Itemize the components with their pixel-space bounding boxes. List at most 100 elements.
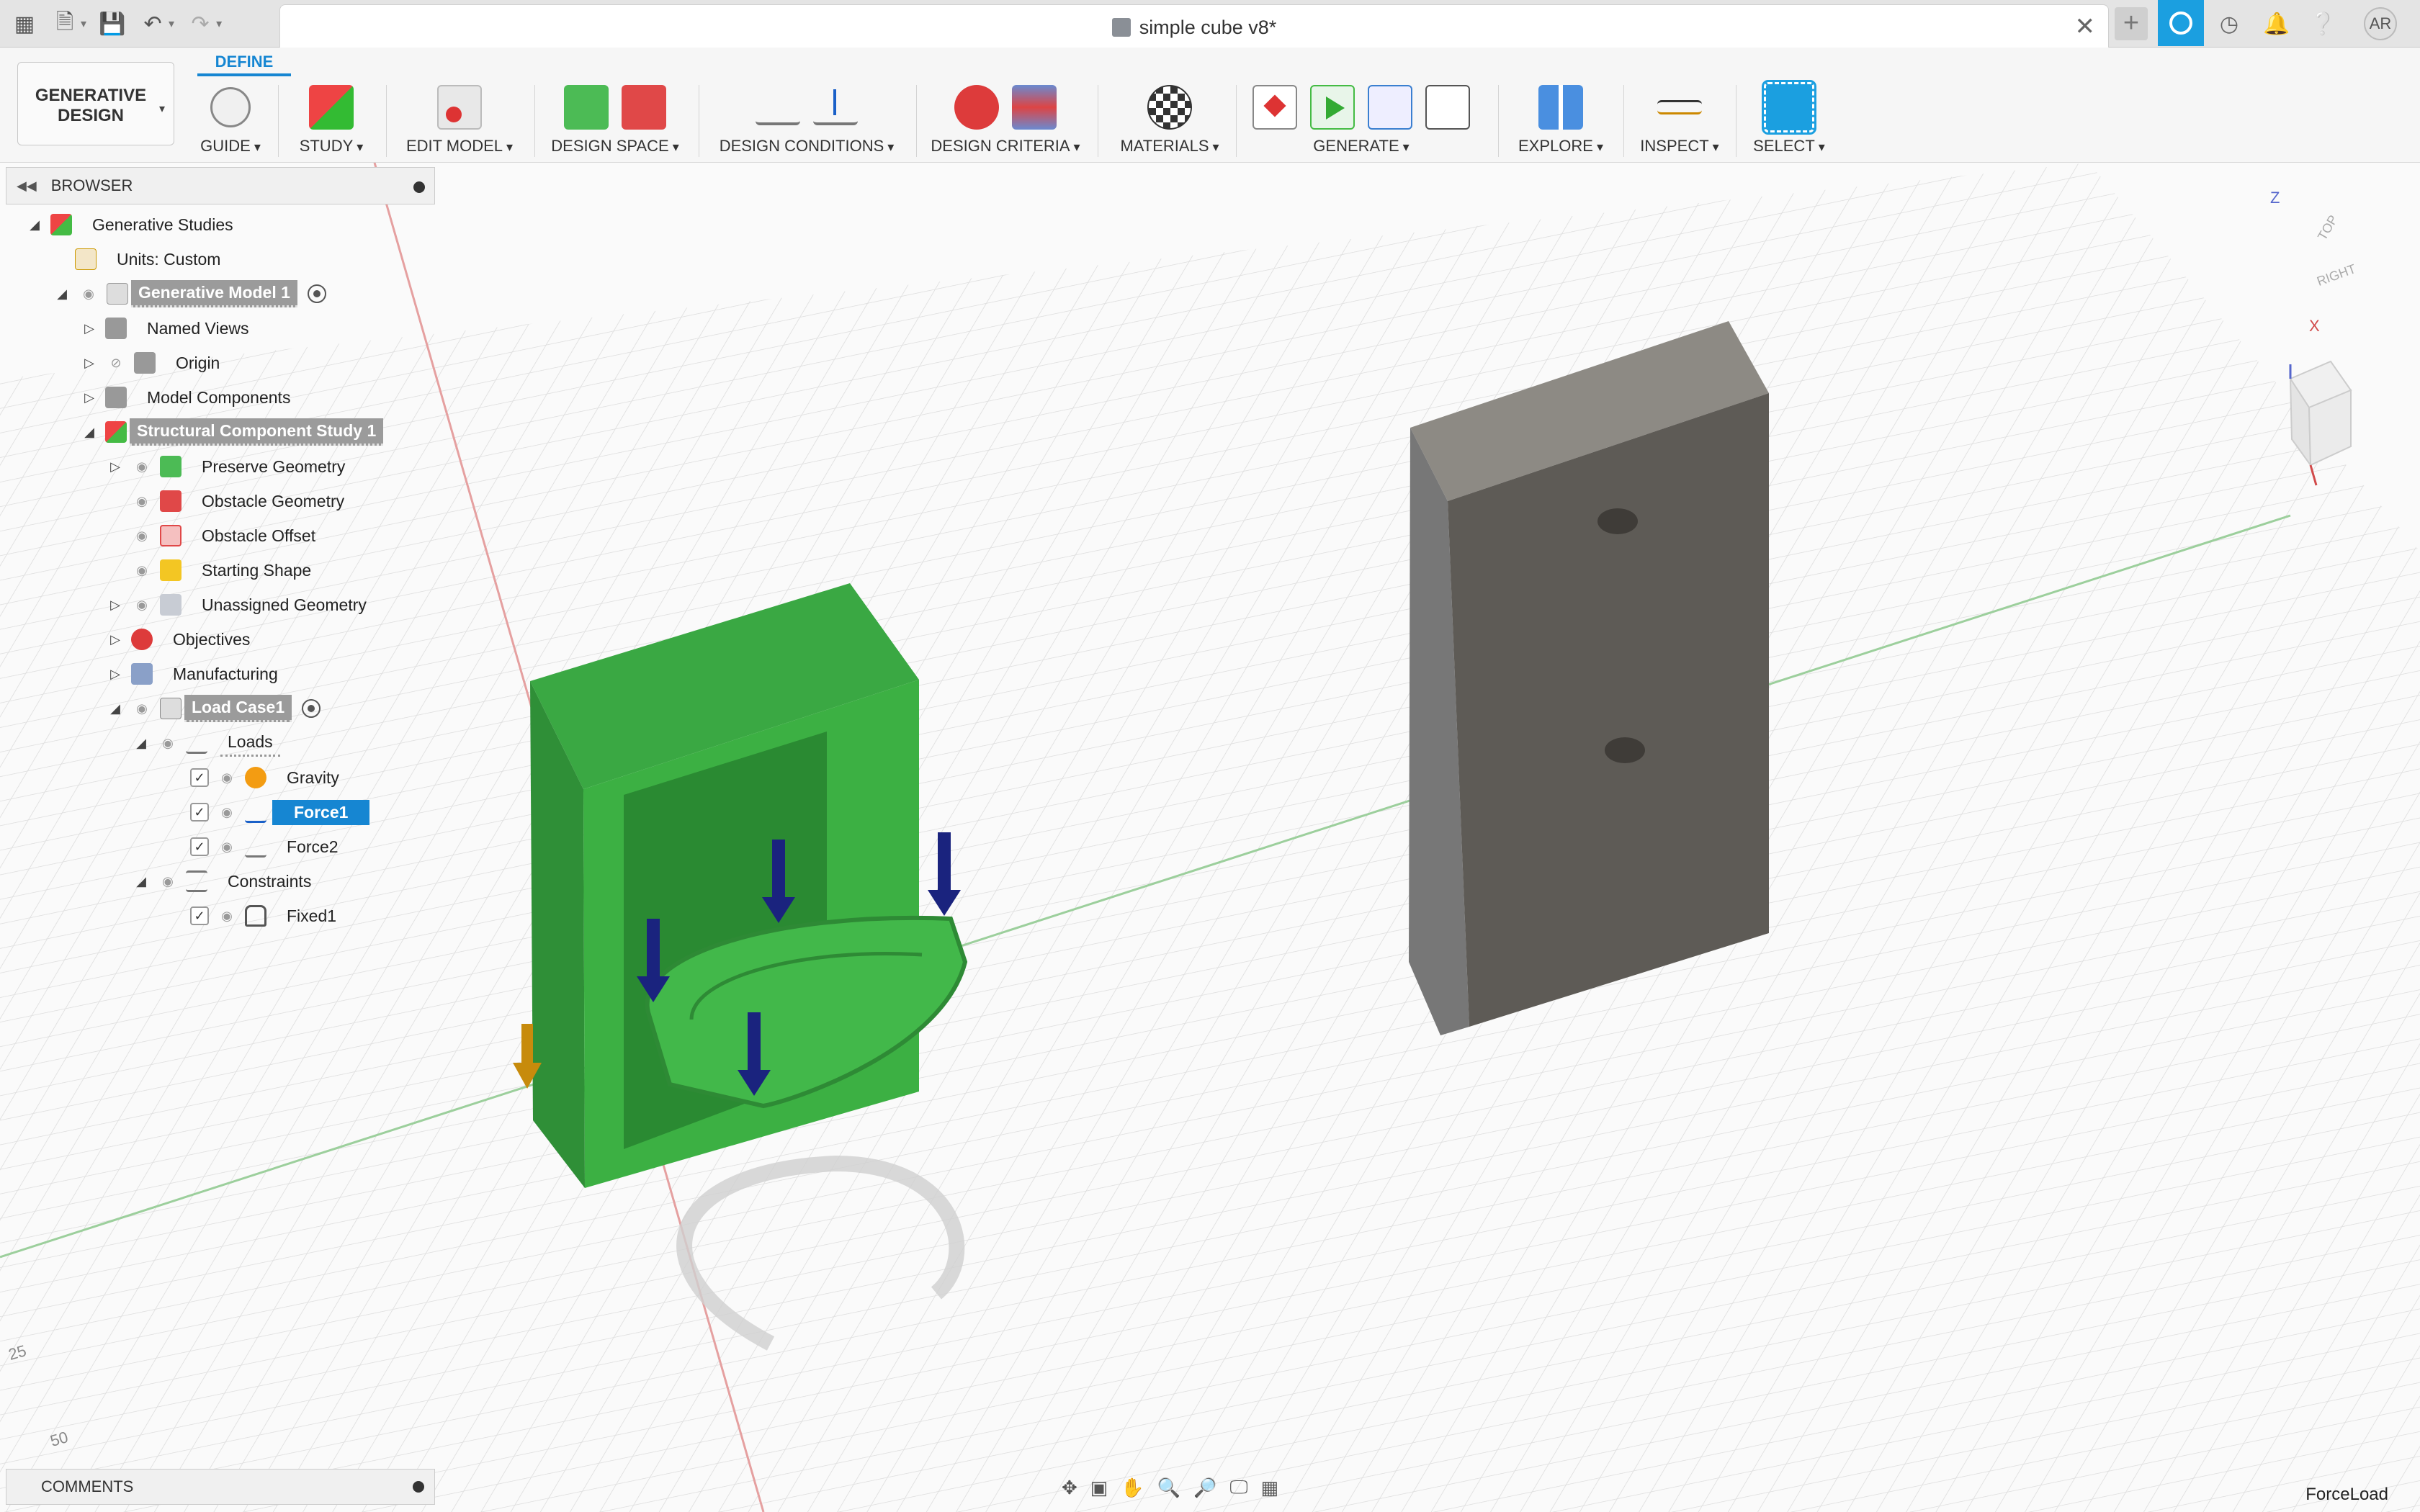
collapsed-icon[interactable]: ▷	[81, 321, 98, 336]
extension-icon[interactable]	[2158, 0, 2204, 46]
activate-icon[interactable]	[302, 699, 321, 718]
redo-icon[interactable]: ↷	[186, 9, 215, 38]
tree-node-manufacturing[interactable]: ▷ Manufacturing	[107, 658, 285, 690]
visibility-eye-icon[interactable]: ◉	[131, 594, 153, 616]
tree-node-gravity[interactable]: ✓ ◉ Gravity	[190, 762, 346, 793]
orbit-icon[interactable]: ✥	[1062, 1477, 1077, 1499]
tree-node-starting-shape[interactable]: ◉ Starting Shape	[124, 554, 318, 586]
visibility-eye-icon[interactable]: ◉	[131, 559, 153, 581]
help-icon[interactable]: ❔	[2305, 6, 2341, 42]
undo-icon[interactable]: ↶	[138, 9, 167, 38]
browser-header[interactable]: ◀◀ BROWSER	[6, 167, 435, 204]
avatar[interactable]: AR	[2364, 7, 2397, 40]
save-icon[interactable]: 💾	[98, 9, 127, 38]
tree-node-preserve-geometry[interactable]: ▷ ◉ Preserve Geometry	[107, 451, 352, 482]
collapsed-icon[interactable]: ▷	[81, 356, 98, 371]
generate-group[interactable]: GENERATE	[1246, 82, 1476, 163]
collapsed-icon[interactable]: ▷	[107, 598, 124, 613]
design-criteria-group[interactable]: DESIGN CRITERIA	[926, 82, 1085, 163]
include-checkbox[interactable]: ✓	[190, 768, 209, 787]
document-title-wrap: simple cube v8*	[280, 17, 2108, 39]
hidden-eye-icon[interactable]: ⊘	[105, 352, 127, 374]
tree-node-named-views[interactable]: ▷ Named Views	[81, 312, 256, 344]
chevron-down-icon[interactable]: ▾	[169, 17, 174, 31]
chevron-down-icon[interactable]: ▾	[81, 17, 86, 31]
collapsed-icon[interactable]: ▷	[107, 632, 124, 647]
close-icon[interactable]: ✕	[2075, 12, 2096, 41]
tree-node-origin[interactable]: ▷ ⊘ Origin	[81, 347, 227, 379]
tree-node-fixed1[interactable]: ✓ ◉ Fixed1	[190, 900, 344, 932]
edit-model-icon	[437, 85, 482, 130]
tree-node-unassigned-geometry[interactable]: ▷ ◉ Unassigned Geometry	[107, 589, 374, 621]
expanded-icon[interactable]: ◢	[133, 736, 150, 751]
new-tab-icon[interactable]: +	[2115, 7, 2148, 40]
design-conditions-group[interactable]: DESIGN CONDITIONS	[709, 82, 905, 163]
include-checkbox[interactable]: ✓	[190, 906, 209, 925]
chevron-down-icon[interactable]: ▾	[216, 17, 222, 31]
comments-panel[interactable]: COMMENTS	[6, 1469, 435, 1505]
grid-settings-icon[interactable]: ▦	[1261, 1477, 1279, 1499]
fit-icon[interactable]: 🔎	[1193, 1477, 1216, 1499]
zoom-icon[interactable]: 🔍	[1157, 1477, 1180, 1499]
tree-node-generative-studies[interactable]: ◢ Generative Studies	[26, 209, 241, 240]
tree-node-force2[interactable]: ✓ ◉ Force2	[190, 831, 346, 863]
expanded-icon[interactable]: ◢	[53, 287, 71, 302]
edit-model-group[interactable]: EDIT MODEL	[396, 82, 523, 163]
include-checkbox[interactable]: ✓	[190, 837, 209, 856]
visibility-eye-icon[interactable]: ◉	[131, 525, 153, 546]
collapsed-icon[interactable]: ▷	[81, 390, 98, 405]
expanded-icon[interactable]: ◢	[81, 425, 98, 440]
visibility-eye-icon[interactable]: ◉	[216, 801, 238, 823]
tree-node-force1[interactable]: ✓ ◉ Force1	[190, 796, 370, 828]
visibility-eye-icon[interactable]: ◉	[157, 732, 179, 754]
study-group[interactable]: STUDY	[288, 82, 375, 163]
activate-icon[interactable]	[307, 284, 326, 303]
tree-node-loads[interactable]: ◢ ◉ Loads	[133, 727, 280, 759]
tree-node-objectives[interactable]: ▷ Objectives	[107, 624, 257, 655]
expanded-icon[interactable]: ◢	[26, 217, 43, 233]
visibility-eye-icon[interactable]: ◉	[131, 490, 153, 512]
collapsed-icon[interactable]: ▷	[107, 667, 124, 682]
add-comment-icon[interactable]	[413, 1481, 424, 1493]
file-icon[interactable]: 🗎	[50, 9, 79, 38]
pin-icon[interactable]	[413, 181, 425, 193]
expanded-icon[interactable]: ◢	[133, 874, 150, 889]
design-space-group[interactable]: DESIGN SPACE	[544, 82, 686, 163]
explore-group[interactable]: EXPLORE	[1508, 82, 1613, 163]
tree-node-model-components[interactable]: ▷ Model Components	[81, 382, 297, 413]
tab-define[interactable]: DEFINE	[197, 49, 291, 76]
tree-node-obstacle-offset[interactable]: ◉ Obstacle Offset	[124, 520, 323, 552]
include-checkbox[interactable]: ✓	[190, 803, 209, 822]
notifications-icon[interactable]: 🔔	[2259, 6, 2295, 42]
document-tab[interactable]: simple cube v8* ✕	[279, 4, 2109, 48]
visibility-eye-icon[interactable]: ◉	[78, 283, 99, 305]
tree-node-load-case[interactable]: ◢ ◉ Load Case1	[107, 693, 321, 724]
collapsed-icon[interactable]: ▷	[107, 459, 124, 474]
loads-icon	[186, 732, 207, 754]
apps-grid-icon[interactable]: ▦	[10, 9, 39, 38]
tree-node-obstacle-geometry[interactable]: ◉ Obstacle Geometry	[124, 485, 351, 517]
workspace-switcher[interactable]: GENERATIVE DESIGN ▾	[17, 62, 174, 145]
visibility-eye-icon[interactable]: ◉	[216, 767, 238, 788]
visibility-eye-icon[interactable]: ◉	[157, 870, 179, 892]
tree-node-generative-model[interactable]: ◢ ◉ Generative Model 1	[53, 278, 326, 310]
pan-hand-icon[interactable]: ✋	[1121, 1477, 1144, 1499]
guide-group[interactable]: GUIDE	[194, 82, 266, 163]
tree-node-study[interactable]: ◢ Structural Component Study 1	[81, 416, 384, 448]
materials-group[interactable]: MATERIALS	[1108, 82, 1232, 163]
manufacturing-icon	[131, 663, 153, 685]
inspect-group[interactable]: INSPECT	[1634, 82, 1726, 163]
obstacle-geometry-icon	[622, 85, 666, 130]
collapse-panel-icon[interactable]: ◀◀	[17, 179, 37, 194]
job-status-icon[interactable]: ◷	[2211, 6, 2247, 42]
tree-node-constraints[interactable]: ◢ ◉ Constraints	[133, 865, 318, 897]
visibility-eye-icon[interactable]: ◉	[131, 698, 153, 719]
look-at-icon[interactable]: ▣	[1090, 1477, 1108, 1499]
expanded-icon[interactable]: ◢	[107, 701, 124, 716]
visibility-eye-icon[interactable]: ◉	[131, 456, 153, 477]
visibility-eye-icon[interactable]: ◉	[216, 836, 238, 858]
tree-node-units[interactable]: Units: Custom	[68, 243, 228, 275]
select-group[interactable]: SELECT	[1746, 80, 1832, 163]
display-settings-icon[interactable]: 🖵	[1230, 1476, 1248, 1499]
visibility-eye-icon[interactable]: ◉	[216, 905, 238, 927]
